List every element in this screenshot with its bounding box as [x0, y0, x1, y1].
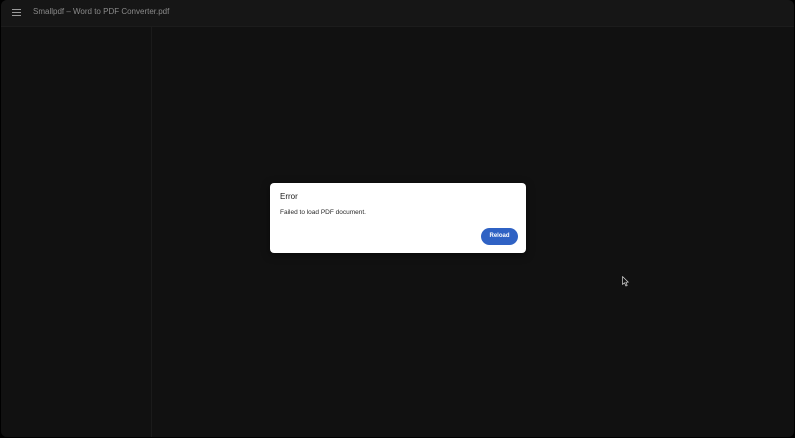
mouse-pointer-icon — [622, 276, 629, 287]
error-dialog: Error Failed to load PDF document. Reloa… — [270, 183, 526, 253]
hamburger-menu-icon[interactable] — [12, 9, 21, 17]
toolbar: Smallpdf – Word to PDF Converter.pdf — [1, 0, 794, 27]
dialog-message: Failed to load PDF document. — [280, 209, 366, 216]
dialog-title: Error — [280, 192, 298, 201]
reload-button[interactable]: Reload — [481, 228, 518, 245]
sidebar-panel — [1, 27, 152, 437]
document-title: Smallpdf – Word to PDF Converter.pdf — [33, 7, 170, 16]
